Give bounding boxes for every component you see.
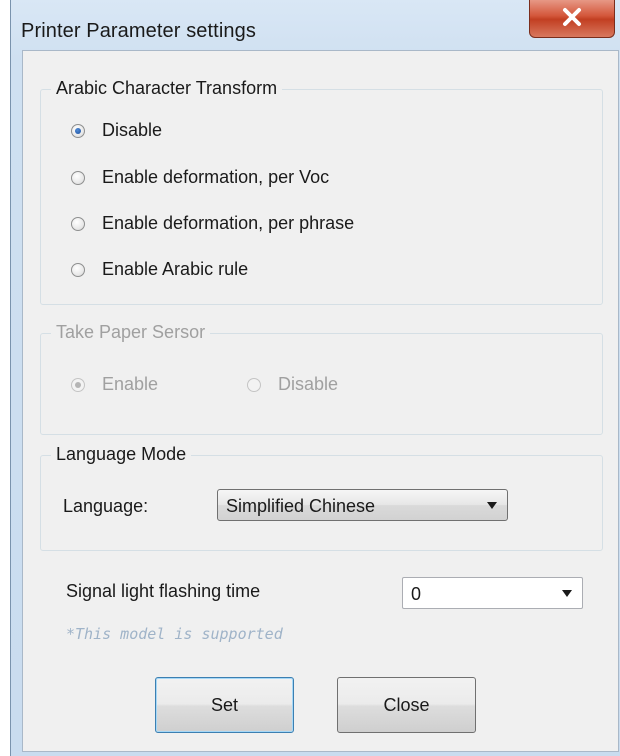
radio-sensor-disable: Disable bbox=[247, 374, 338, 395]
support-note: *This model is supported bbox=[66, 625, 283, 643]
set-button[interactable]: Set bbox=[155, 677, 294, 733]
radio-label: Enable Arabic rule bbox=[102, 259, 249, 279]
close-icon bbox=[563, 8, 581, 26]
signal-time-value: 0 bbox=[411, 584, 422, 604]
close-button[interactable]: Close bbox=[337, 677, 476, 733]
radio-selected-dot bbox=[75, 127, 81, 134]
signal-time-select[interactable]: 0 bbox=[402, 577, 583, 609]
radio-arabic-disable[interactable]: Disable bbox=[71, 120, 162, 141]
radio-arabic-per-voc[interactable]: Enable deformation, per Voc bbox=[71, 167, 329, 188]
paper-sensor-group: Take Paper Sersor Enable Disable bbox=[40, 322, 603, 435]
language-label: Language: bbox=[63, 496, 149, 516]
radio-arabic-per-phrase[interactable]: Enable deformation, per phrase bbox=[71, 213, 354, 234]
radio-label: Disable bbox=[102, 120, 163, 140]
radio-label: Enable bbox=[102, 374, 159, 394]
radio-button[interactable] bbox=[71, 262, 85, 277]
radio-selected-dot bbox=[75, 381, 81, 388]
arabic-transform-group: Arabic Character Transform Disable Enabl… bbox=[40, 78, 603, 305]
language-mode-group: Language Mode Language: Simplified Chine… bbox=[40, 444, 603, 551]
chevron-down-icon bbox=[562, 590, 572, 597]
radio-button bbox=[71, 377, 85, 392]
dialog-client-area: Arabic Character Transform Disable Enabl… bbox=[22, 50, 619, 752]
paper-sensor-title: Take Paper Sersor bbox=[51, 322, 211, 343]
signal-light-label: Signal light flashing time bbox=[66, 581, 261, 601]
radio-label: Enable deformation, per phrase bbox=[102, 213, 355, 233]
language-mode-title: Language Mode bbox=[51, 444, 192, 465]
radio-sensor-enable: Enable bbox=[71, 374, 158, 395]
window-close-button[interactable] bbox=[529, 0, 615, 38]
language-select[interactable]: Simplified Chinese bbox=[217, 489, 508, 521]
window-title: Printer Parameter settings bbox=[21, 20, 256, 42]
radio-button[interactable] bbox=[71, 170, 85, 185]
language-selected-value: Simplified Chinese bbox=[226, 496, 376, 516]
chevron-down-icon bbox=[487, 502, 497, 509]
radio-button bbox=[247, 377, 261, 392]
radio-label: Disable bbox=[278, 374, 339, 394]
arabic-transform-title: Arabic Character Transform bbox=[51, 78, 283, 99]
radio-arabic-rule[interactable]: Enable Arabic rule bbox=[71, 259, 248, 280]
radio-button[interactable] bbox=[71, 123, 85, 138]
radio-label: Enable deformation, per Voc bbox=[102, 167, 330, 187]
dialog-window: Printer Parameter settings Arabic Charac… bbox=[10, 0, 620, 756]
radio-button[interactable] bbox=[71, 216, 85, 231]
